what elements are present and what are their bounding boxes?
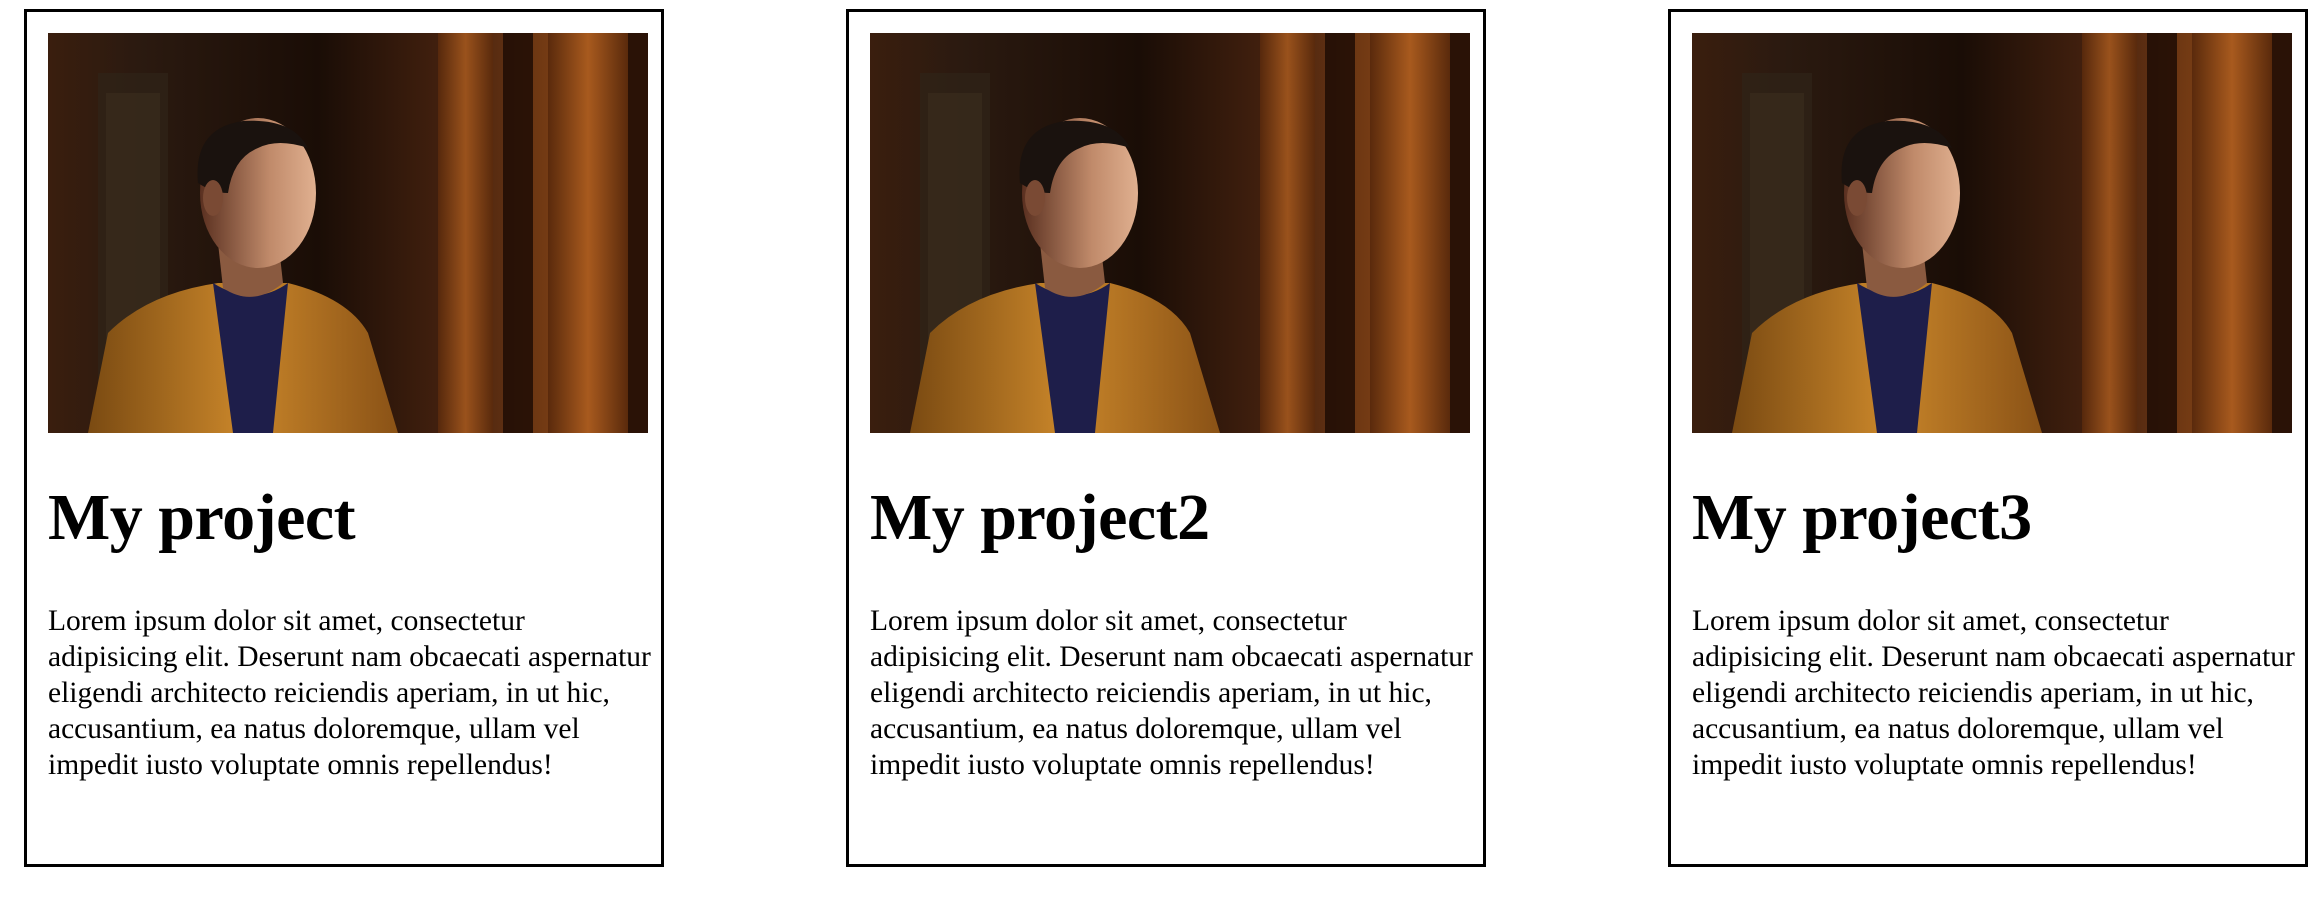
project-title: My project — [48, 481, 356, 554]
project-image — [1692, 33, 2292, 433]
project-card: My project3 Lorem ipsum dolor sit amet, … — [1668, 9, 2308, 867]
project-card: My project Lorem ipsum dolor sit amet, c… — [24, 9, 664, 867]
project-card: My project2 Lorem ipsum dolor sit amet, … — [846, 9, 1486, 867]
project-description: Lorem ipsum dolor sit amet, consectetur … — [870, 605, 1473, 781]
project-image — [48, 33, 648, 433]
project-description: Lorem ipsum dolor sit amet, consectetur … — [1692, 605, 2295, 781]
project-image — [870, 33, 1470, 433]
project-title: My project2 — [870, 481, 1210, 554]
project-title: My project3 — [1692, 481, 2032, 554]
project-description: Lorem ipsum dolor sit amet, consectetur … — [48, 605, 651, 781]
